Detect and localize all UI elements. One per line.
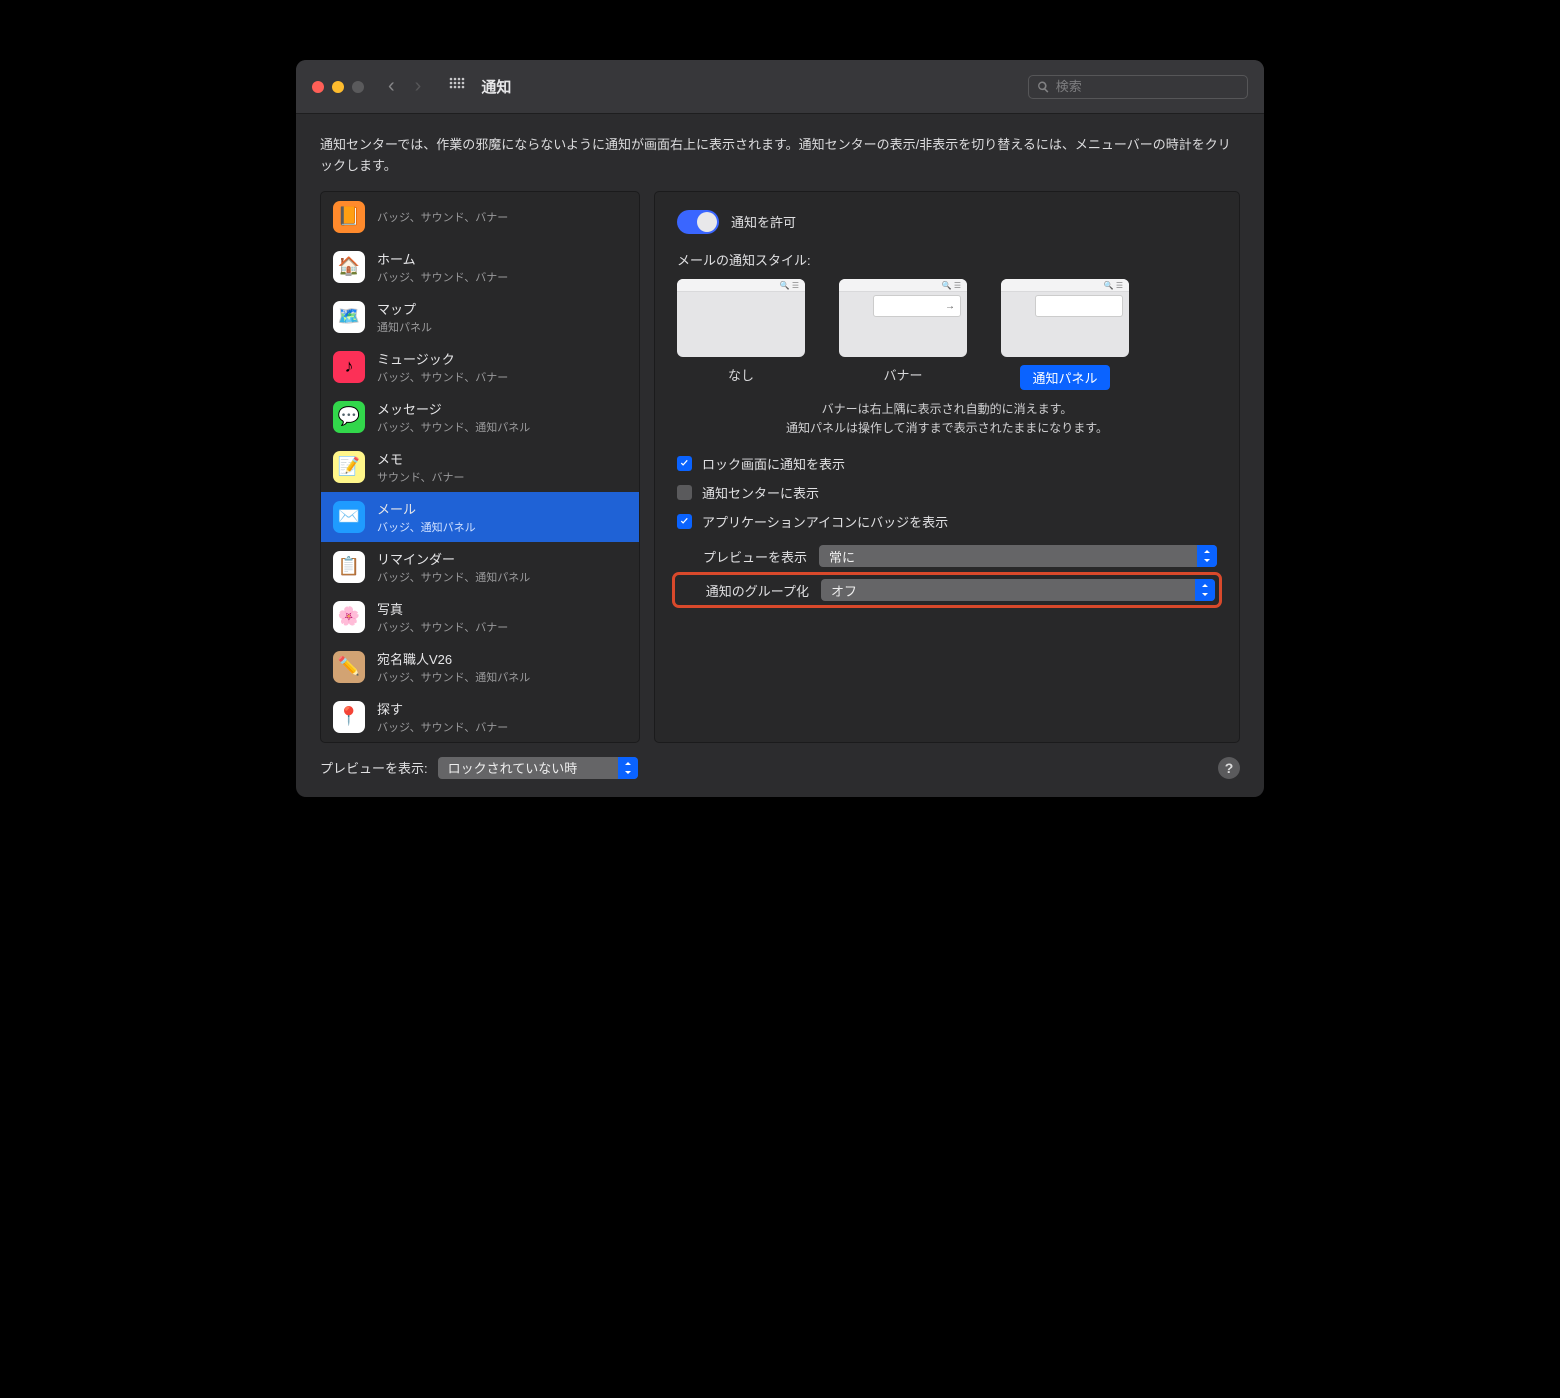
app-name: リマインダー <box>377 549 530 568</box>
toolbar: ‹ › 通知 <box>296 60 1264 114</box>
style-label: バナー <box>883 365 922 384</box>
app-subtitle: バッジ、サウンド、バナー <box>377 269 508 285</box>
app-subtitle: バッジ、サウンド、通知パネル <box>377 419 530 435</box>
sidebar-item[interactable]: 🗺️ マップ 通知パネル <box>321 292 639 342</box>
show-all-icon[interactable] <box>435 77 473 96</box>
sidebar-item[interactable]: 📝 メモ サウンド、バナー <box>321 442 639 492</box>
checkbox-label: アプリケーションアイコンにバッジを表示 <box>702 512 948 531</box>
group-select[interactable]: オフ <box>821 579 1215 601</box>
back-button[interactable]: ‹ <box>382 75 401 98</box>
checkbox-row[interactable]: アプリケーションアイコンにバッジを表示 <box>677 512 1217 531</box>
chevron-updown-icon <box>618 757 638 779</box>
sidebar-item[interactable]: 📍 探す バッジ、サウンド、バナー <box>321 692 639 742</box>
checkbox[interactable] <box>677 456 692 471</box>
app-icon: 🌸 <box>333 601 365 633</box>
search-icon <box>1037 80 1050 94</box>
app-icon: ♪ <box>333 351 365 383</box>
sidebar-item[interactable]: 🌸 写真 バッジ、サウンド、バナー <box>321 592 639 642</box>
chevron-updown-icon <box>1195 579 1215 601</box>
app-name: ミュージック <box>377 349 508 368</box>
app-name: 写真 <box>377 599 508 618</box>
checkbox[interactable] <box>677 514 692 529</box>
app-name: 探す <box>377 699 508 718</box>
app-icon: 🏠 <box>333 251 365 283</box>
app-subtitle: バッジ、サウンド、通知パネル <box>377 669 530 685</box>
preview-select[interactable]: 常に <box>819 545 1217 567</box>
app-list[interactable]: 📙 バッジ、サウンド、バナー 🏠 ホーム バッジ、サウンド、バナー 🗺️ マップ… <box>320 191 640 743</box>
search-field[interactable] <box>1028 75 1248 99</box>
style-label: 通知パネル <box>1020 365 1109 390</box>
app-icon: 📝 <box>333 451 365 483</box>
app-subtitle: バッジ、サウンド、バナー <box>377 369 508 385</box>
preview-label: プレビューを表示 <box>677 547 807 566</box>
footer-preview-label: プレビューを表示: <box>320 758 428 777</box>
group-label: 通知のグループ化 <box>679 581 809 600</box>
app-name: マップ <box>377 299 432 318</box>
style-thumbnail: 🔍 ☰ <box>1001 279 1129 357</box>
page-title: 通知 <box>481 76 511 97</box>
alert-style-option[interactable]: 🔍 ☰ 通知パネル <box>1001 279 1129 390</box>
app-icon: ✏️ <box>333 651 365 683</box>
app-icon: 📍 <box>333 701 365 733</box>
app-subtitle: バッジ、サウンド、通知パネル <box>377 569 530 585</box>
checkbox-row[interactable]: 通知センターに表示 <box>677 483 1217 502</box>
app-subtitle: バッジ、サウンド、バナー <box>377 719 508 735</box>
style-label: なし <box>728 365 754 384</box>
checkbox[interactable] <box>677 485 692 500</box>
chevron-updown-icon <box>1197 545 1217 567</box>
style-hint: バナーは右上隅に表示され自動的に消えます。 通知パネルは操作して消すまで表示され… <box>677 400 1217 438</box>
style-thumbnail: 🔍 ☰→ <box>839 279 967 357</box>
style-title: メールの通知スタイル: <box>677 250 1217 269</box>
content: 通知センターでは、作業の邪魔にならないように通知が画面右上に表示されます。通知セ… <box>296 114 1264 797</box>
app-subtitle: バッジ、サウンド、バナー <box>377 619 508 635</box>
app-subtitle: 通知パネル <box>377 319 432 335</box>
app-icon: ✉️ <box>333 501 365 533</box>
search-input[interactable] <box>1056 79 1239 94</box>
sidebar-item[interactable]: ✉️ メール バッジ、通知パネル <box>321 492 639 542</box>
app-subtitle: バッジ、通知パネル <box>377 519 476 535</box>
alert-style-option[interactable]: 🔍 ☰→ バナー <box>839 279 967 390</box>
sidebar-item[interactable]: 📙 バッジ、サウンド、バナー <box>321 192 639 242</box>
intro-text: 通知センターでは、作業の邪魔にならないように通知が画面右上に表示されます。通知セ… <box>320 134 1240 177</box>
sidebar-item[interactable]: 💬 メッセージ バッジ、サウンド、通知パネル <box>321 392 639 442</box>
style-thumbnail: 🔍 ☰ <box>677 279 805 357</box>
group-row-highlight: 通知のグループ化 オフ <box>677 577 1217 603</box>
sidebar-item[interactable]: ♪ ミュージック バッジ、サウンド、バナー <box>321 342 639 392</box>
allow-label: 通知を許可 <box>731 212 796 231</box>
app-subtitle: サウンド、バナー <box>377 469 465 485</box>
app-icon: 🗺️ <box>333 301 365 333</box>
footer-preview-select[interactable]: ロックされていない時 <box>438 757 638 779</box>
app-name: ホーム <box>377 249 508 268</box>
help-button[interactable]: ? <box>1218 757 1240 779</box>
forward-button: › <box>409 75 428 98</box>
app-name: メモ <box>377 449 465 468</box>
app-icon: 📋 <box>333 551 365 583</box>
alert-style-option[interactable]: 🔍 ☰ なし <box>677 279 805 390</box>
preferences-window: ‹ › 通知 通知センターでは、作業の邪魔にならないように通知が画面右上に表示さ… <box>296 60 1264 797</box>
sidebar-item[interactable]: 🏠 ホーム バッジ、サウンド、バナー <box>321 242 639 292</box>
close-icon[interactable] <box>312 81 324 93</box>
footer: プレビューを表示: ロックされていない時 ? <box>320 757 1240 779</box>
checkbox-label: ロック画面に通知を表示 <box>702 454 845 473</box>
traffic-lights <box>312 81 364 93</box>
zoom-icon <box>352 81 364 93</box>
detail-panel: 通知を許可 メールの通知スタイル: 🔍 ☰ なし 🔍 ☰→ バナー 🔍 ☰ 通知パネル バ… <box>654 191 1240 743</box>
sidebar-item[interactable]: ✏️ 宛名職人V26 バッジ、サウンド、通知パネル <box>321 642 639 692</box>
sidebar-item[interactable]: 📋 リマインダー バッジ、サウンド、通知パネル <box>321 542 639 592</box>
app-subtitle: バッジ、サウンド、バナー <box>377 209 508 225</box>
app-icon: 💬 <box>333 401 365 433</box>
checkbox-row[interactable]: ロック画面に通知を表示 <box>677 454 1217 473</box>
app-name: 宛名職人V26 <box>377 649 530 668</box>
minimize-icon[interactable] <box>332 81 344 93</box>
allow-notifications-toggle[interactable] <box>677 210 719 234</box>
alert-style-group: 🔍 ☰ なし 🔍 ☰→ バナー 🔍 ☰ 通知パネル <box>677 279 1217 390</box>
app-icon: 📙 <box>333 201 365 233</box>
checkbox-label: 通知センターに表示 <box>702 483 819 502</box>
app-name: メッセージ <box>377 399 530 418</box>
app-name: メール <box>377 499 476 518</box>
